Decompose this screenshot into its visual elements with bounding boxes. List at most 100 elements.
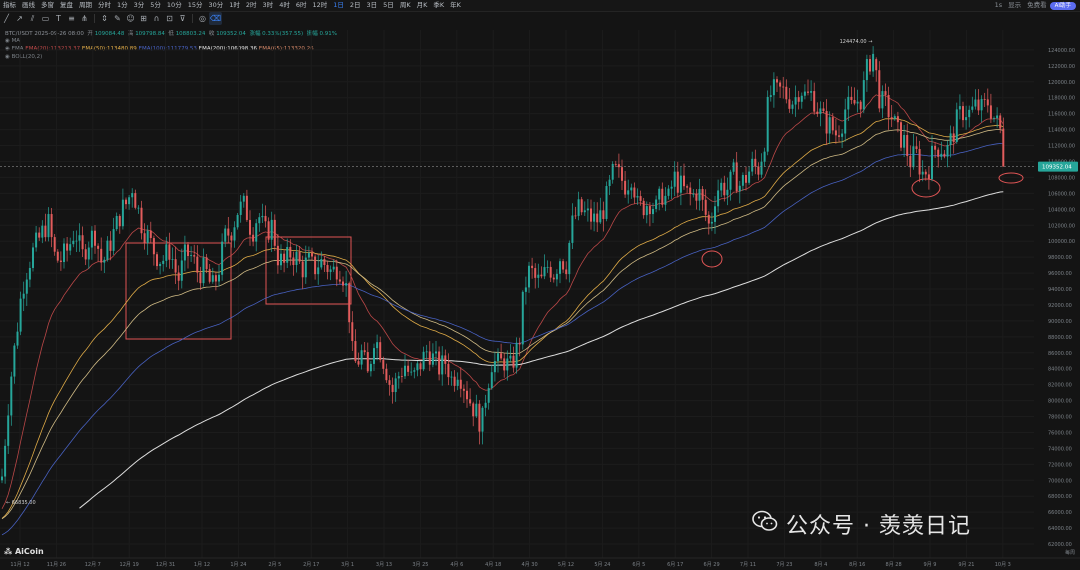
candle-body (906, 135, 909, 157)
candle-body (921, 171, 924, 175)
candle-body (996, 115, 999, 119)
x-tick-label: 2月 5 (268, 562, 281, 568)
candle-body (404, 365, 406, 377)
y-tick-label: 104000.00 (1048, 207, 1075, 213)
candle-body (230, 235, 233, 241)
candle-body (890, 117, 893, 119)
candle-body (199, 272, 202, 284)
candle-body (22, 293, 25, 299)
candle-body (772, 79, 775, 96)
y-tick-label: 72000.00 (1048, 462, 1072, 468)
candle-body (156, 254, 158, 267)
candle-body (509, 355, 512, 359)
x-tick-label: 3月 25 (412, 562, 428, 568)
candle-body (500, 353, 503, 359)
candle-body (357, 361, 360, 365)
time-axis: 11月 12 11月 26 12月 7 12月 19 12月 31 1月 12 1月 24 2… (0, 549, 1080, 568)
chart-grid (0, 30, 1034, 558)
candle-body (97, 245, 100, 249)
candle-body (94, 230, 96, 246)
candle-body (462, 388, 465, 391)
candle-body (165, 244, 168, 261)
candle-body (937, 149, 940, 157)
candle-body (292, 257, 295, 265)
y-tick-label: 92000.00 (1048, 303, 1072, 309)
candle-body (760, 161, 763, 175)
candle-body (137, 207, 140, 209)
x-tick-label: 4月 18 (485, 562, 501, 568)
watermark-text: 公众号 · 羡羡日记 (786, 514, 971, 539)
candle-body (931, 145, 933, 179)
corner-label: 每周 (1065, 549, 1075, 556)
candle-body (968, 109, 971, 118)
candle-body (934, 145, 937, 150)
x-tick-label: 6月 29 (704, 562, 720, 568)
candle-body (32, 247, 34, 268)
candle-body (971, 106, 974, 110)
ema-lines (1, 94, 1004, 536)
candle-body (797, 97, 800, 102)
y-tick-label: 118000.00 (1048, 96, 1075, 102)
candle-body (354, 341, 357, 362)
candle-body (276, 245, 279, 266)
candle-body (407, 365, 410, 372)
candle-body (363, 350, 366, 353)
annotation-boxes (125, 172, 1024, 340)
candles (1, 46, 1005, 484)
candle-body (862, 80, 865, 110)
candle-body (512, 355, 515, 368)
x-tick-label: 7月 23 (776, 562, 792, 568)
candle-body (118, 215, 121, 227)
candle-body (841, 133, 844, 137)
high-price-label: 124474.00 → (840, 39, 873, 45)
candle-body (763, 151, 766, 162)
candle-body (360, 350, 363, 365)
candle-body (782, 86, 785, 88)
candle-body (35, 232, 38, 248)
candle-body (766, 96, 769, 152)
candle-body (264, 215, 267, 222)
support-circle-2[interactable] (911, 178, 941, 198)
candle-body (242, 195, 245, 202)
candle-body (524, 287, 527, 292)
candle-body (121, 199, 124, 227)
candle-body (723, 182, 726, 196)
candle-body (748, 171, 751, 183)
candle-body (664, 195, 667, 205)
candle-body (50, 214, 53, 238)
candle-body (90, 230, 93, 248)
candle-body (453, 376, 456, 386)
candle-body (580, 199, 583, 213)
candle-body (965, 117, 968, 121)
candle-body (816, 111, 819, 114)
candle-body (983, 99, 986, 100)
candle-body (422, 351, 425, 370)
candle-body (617, 164, 620, 168)
candle-body (400, 376, 403, 378)
candle-body (75, 240, 78, 242)
candle-body (909, 156, 912, 168)
x-tick-label: 6月 17 (667, 562, 683, 568)
candle-body (128, 197, 131, 205)
candle-body (751, 158, 754, 172)
candle-body (221, 241, 224, 275)
candle-body (180, 260, 183, 281)
candle-body (537, 274, 540, 278)
candle-body (286, 246, 289, 263)
x-tick-label: 8月 16 (849, 562, 865, 568)
candle-body (689, 187, 692, 195)
y-tick-label: 94000.00 (1048, 287, 1072, 293)
candle-body (900, 122, 902, 148)
price-chart[interactable]: 124000.00 122000.00 120000.00 118000.00 1160… (0, 0, 1080, 570)
candle-body (25, 279, 28, 294)
candle-body (249, 219, 251, 235)
candle-body (661, 188, 664, 205)
candle-body (946, 144, 949, 157)
candle-body (329, 269, 332, 272)
candle-body (621, 167, 623, 181)
x-tick-label: 2月 17 (303, 562, 319, 568)
candle-body (4, 445, 7, 477)
candle-body (776, 79, 778, 83)
x-tick-label: 4月 30 (522, 562, 538, 568)
candle-body (788, 99, 791, 109)
